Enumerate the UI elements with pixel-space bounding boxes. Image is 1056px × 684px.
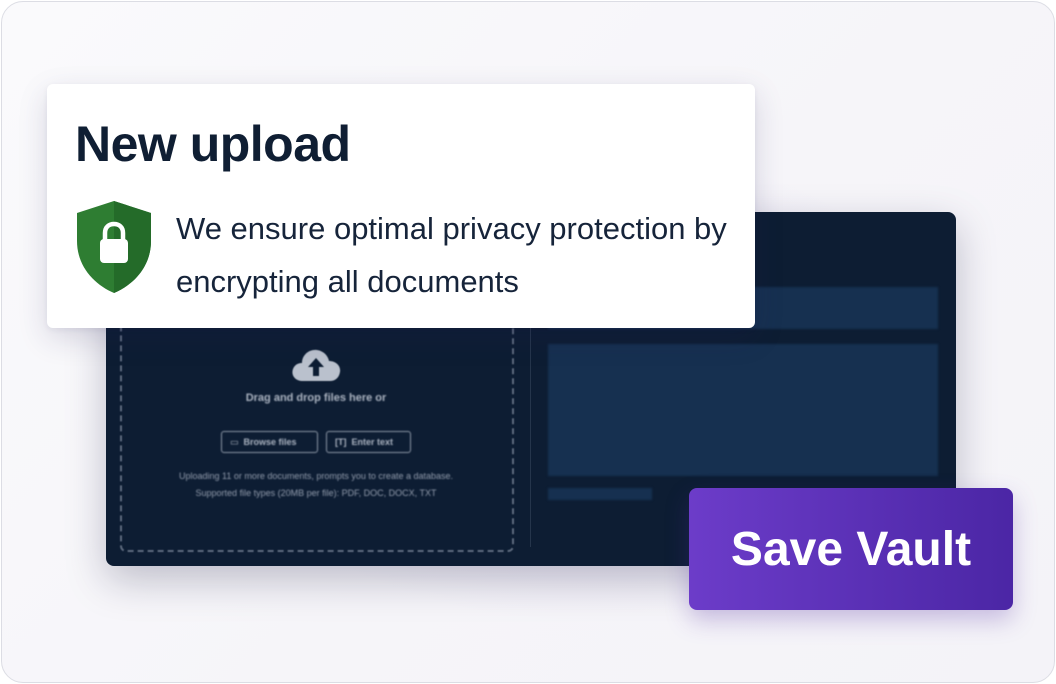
folder-icon: ▭ <box>230 436 239 447</box>
illustration-frame: Drag and drop files here or ▭ Browse fil… <box>1 1 1055 683</box>
dropzone-title: Drag and drop files here or <box>245 392 387 404</box>
browse-files-button[interactable]: ▭ Browse files <box>221 431 318 453</box>
placeholder-caption <box>548 488 652 500</box>
enter-text-button[interactable]: [T] Enter text <box>326 431 411 453</box>
card-description: We ensure optimal privacy protection by … <box>176 211 727 299</box>
dropzone-note-line1: Uploading 11 or more documents, prompts … <box>179 471 453 481</box>
shield-lock-icon <box>77 201 151 293</box>
card-title: New upload <box>75 116 351 172</box>
enter-text-label: Enter text <box>351 437 394 447</box>
panel-divider <box>530 302 531 547</box>
cloud-upload-icon <box>292 349 341 381</box>
save-vault-button[interactable]: Save Vault <box>689 488 1013 610</box>
placeholder-textarea <box>548 344 938 476</box>
text-icon: [T] <box>335 437 347 447</box>
dropzone-note: Uploading 11 or more documents, prompts … <box>136 468 496 502</box>
new-upload-card: New upload We ensure optimal privacy pro… <box>47 84 755 328</box>
browse-files-label: Browse files <box>243 437 297 447</box>
dropzone-note-line2: Supported file types (20MB per file): PD… <box>195 488 437 498</box>
